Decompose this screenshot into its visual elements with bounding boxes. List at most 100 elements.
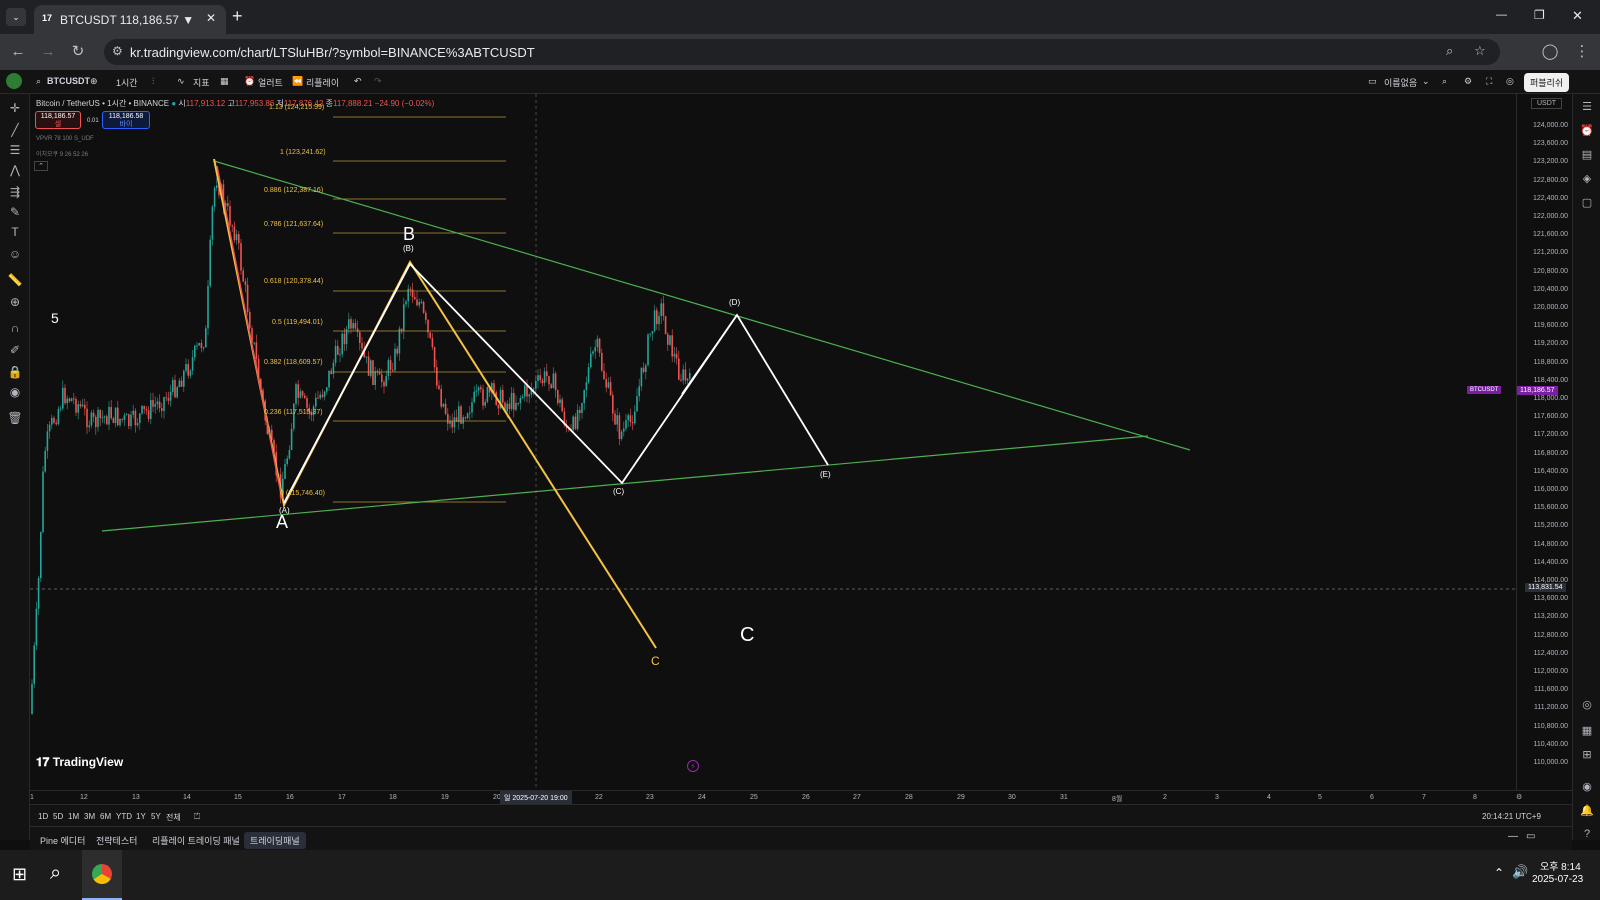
settings-icon[interactable]: ⚙	[1464, 76, 1472, 87]
emoji-icon[interactable]: ☺	[6, 246, 24, 262]
publish-button[interactable]: 퍼블리쉬	[1524, 73, 1570, 92]
chart-canvas[interactable]	[30, 94, 1516, 790]
buy-button[interactable]: 118,186.58 바이	[102, 111, 150, 129]
profile-icon[interactable]: ◯	[1540, 42, 1560, 62]
range-button[interactable]: 1Y	[136, 812, 146, 821]
tray-chevron-icon[interactable]: ⌃	[1494, 866, 1504, 880]
site-info-icon[interactable]: ⚙	[112, 44, 123, 58]
indicators-button[interactable]: 지표	[193, 76, 210, 89]
chat-icon[interactable]: ▢	[1579, 196, 1595, 210]
tab-close-icon[interactable]: ✕	[206, 11, 216, 25]
snapshot-icon[interactable]: ◎	[1506, 76, 1514, 87]
bookmark-star-icon[interactable]: ☆	[1474, 43, 1486, 59]
crosshair-icon[interactable]: ✛	[6, 100, 24, 116]
replay-icon[interactable]: ⏪	[292, 76, 303, 87]
minimize-panel-icon[interactable]: —	[1508, 831, 1518, 842]
maximize-panel-icon[interactable]: ▭	[1526, 831, 1535, 842]
currency-selector[interactable]: USDT	[1531, 98, 1563, 109]
alerts-icon[interactable]: ⏰	[1579, 124, 1595, 138]
new-tab-button[interactable]: +	[232, 6, 243, 27]
news-icon[interactable]: ▤	[1579, 148, 1595, 162]
yellow-abc-wave[interactable]	[213, 158, 657, 649]
forward-icon[interactable]: →	[38, 42, 58, 62]
compare-symbol-icon[interactable]: ⊕	[90, 76, 98, 87]
templates-icon[interactable]: ▦	[220, 76, 229, 87]
reload-icon[interactable]: ↻	[68, 42, 88, 62]
sell-button[interactable]: 118,186.57 셀	[35, 111, 81, 129]
tab-replay-panel[interactable]: 리플레이 트레이딩 패널	[146, 832, 246, 849]
calendar-icon[interactable]: ▦	[1579, 724, 1595, 738]
fib-tool-icon[interactable]: ☰	[6, 142, 24, 158]
triangle-lower-trendline[interactable]	[101, 435, 1149, 532]
magnet-icon[interactable]: ∩	[6, 320, 24, 336]
layers-icon[interactable]: ◈	[1579, 172, 1595, 186]
search-icon[interactable]: ⌕	[50, 862, 61, 885]
range-button[interactable]: 6M	[100, 812, 111, 821]
browser-tab[interactable]: 17 BTCUSDT 118,186.57 ▼ −1.47 ✕	[34, 5, 226, 34]
range-button[interactable]: 1M	[68, 812, 79, 821]
undo-icon[interactable]: ↶	[354, 76, 362, 87]
lock-icon[interactable]: 🔒	[6, 364, 24, 380]
eye-icon[interactable]: ◉	[6, 384, 24, 400]
windows-start-icon[interactable]: ⊞	[12, 864, 27, 885]
range-button[interactable]: 전체	[166, 812, 181, 823]
close-window-button[interactable]: ✕	[1572, 8, 1583, 24]
forecast-tool-icon[interactable]: ⇶	[6, 184, 24, 200]
date-range-icon[interactable]: ⏍	[194, 812, 200, 822]
brush-icon[interactable]: ✎	[6, 204, 24, 220]
notifications-icon[interactable]: 🔔	[1579, 804, 1595, 818]
time-axis[interactable]: 1 12 13 14 15 16 17 18 19 20 22 23 24 25 26 27 28 29 30 31 8…	[30, 790, 1572, 805]
range-button[interactable]: YTD	[116, 812, 132, 821]
range-button[interactable]: 1D	[38, 812, 48, 821]
tab-strategy-tester[interactable]: 전략테스터	[90, 832, 143, 849]
taskbar-time[interactable]: 오후 8:14	[1540, 858, 1581, 873]
chrome-taskbar-icon[interactable]	[82, 850, 122, 900]
alert-icon[interactable]: ⏰	[244, 76, 255, 87]
watchlist-icon[interactable]: ☰	[1579, 100, 1595, 114]
tab-search-button[interactable]: ⌄	[6, 8, 26, 26]
quick-search-icon[interactable]: ⌕	[1442, 76, 1447, 87]
range-button[interactable]: 5D	[53, 812, 63, 821]
help-icon[interactable]: ?	[1579, 828, 1595, 842]
clock-readout[interactable]: 20:14:21 UTC+9	[1482, 812, 1541, 821]
triangle-upper-trendline[interactable]	[213, 160, 1191, 451]
volume-icon[interactable]: 🔊	[1512, 864, 1528, 880]
chart-pane[interactable]: Bitcoin / TetherUS • 1시간 • BINANCE ● 시11…	[30, 94, 1516, 790]
range-button[interactable]: 3M	[84, 812, 95, 821]
layout-icon[interactable]: ▭	[1368, 76, 1377, 87]
collapse-legend-icon[interactable]: ⌃	[34, 161, 48, 171]
interval-button[interactable]: 1시간	[116, 76, 138, 89]
chevron-down-icon[interactable]: ⌄	[1422, 76, 1430, 87]
indicators-icon[interactable]: ∿	[177, 76, 185, 87]
alert-button[interactable]: 얼러트	[258, 76, 283, 89]
zoom-icon[interactable]: ⌕	[1446, 43, 1453, 59]
browser-menu-icon[interactable]: ⋮	[1572, 42, 1592, 62]
scroll-to-latest-icon[interactable]: ⚡	[687, 760, 699, 772]
redo-icon[interactable]: ↷	[374, 76, 382, 87]
symbol-title[interactable]: Bitcoin / TetherUS • 1시간 • BINANCE	[36, 99, 169, 108]
url-field[interactable]: ⚙ kr.tradingview.com/chart/LTSluHBr/?sym…	[104, 39, 1500, 65]
time-axis-settings-icon[interactable]: ⚙	[1516, 793, 1522, 801]
layout-name-button[interactable]: 이름없음	[1384, 76, 1417, 89]
indicator-vpvr[interactable]: VPVR 78 100 S_UDF	[36, 136, 94, 142]
pattern-tool-icon[interactable]: ⋀	[6, 162, 24, 178]
price-axis[interactable]: USDT 124,000.00 123,600.00 123,200.00 122,8…	[1467, 94, 1572, 790]
chart-type-icon[interactable]: ⫶	[152, 76, 154, 87]
text-tool-icon[interactable]: T	[6, 224, 24, 240]
symbol-search-button[interactable]: BTCUSDT	[47, 76, 90, 86]
range-button[interactable]: 5Y	[151, 812, 161, 821]
stream-icon[interactable]: ◉	[1579, 780, 1595, 794]
zoom-in-icon[interactable]: ⊕	[6, 294, 24, 310]
restore-button[interactable]: ❐	[1534, 8, 1545, 22]
indicator-ichimoku[interactable]: 이치모쿠 9 26 52 26	[36, 149, 88, 158]
symbol-search-icon[interactable]: ⌕	[36, 76, 41, 87]
user-avatar[interactable]	[6, 73, 22, 89]
replay-button[interactable]: 리플레이	[306, 76, 339, 89]
stay-drawing-icon[interactable]: ✐	[6, 342, 24, 358]
trendline-icon[interactable]: ╱	[6, 122, 24, 138]
taskbar-date[interactable]: 2025-07-23	[1532, 874, 1583, 885]
fullscreen-icon[interactable]: ⛶	[1486, 76, 1492, 87]
tab-trading-panel[interactable]: 트레이딩패널	[244, 832, 306, 849]
minimize-button[interactable]: —	[1496, 9, 1507, 21]
trash-icon[interactable]: 🗑	[6, 410, 24, 426]
